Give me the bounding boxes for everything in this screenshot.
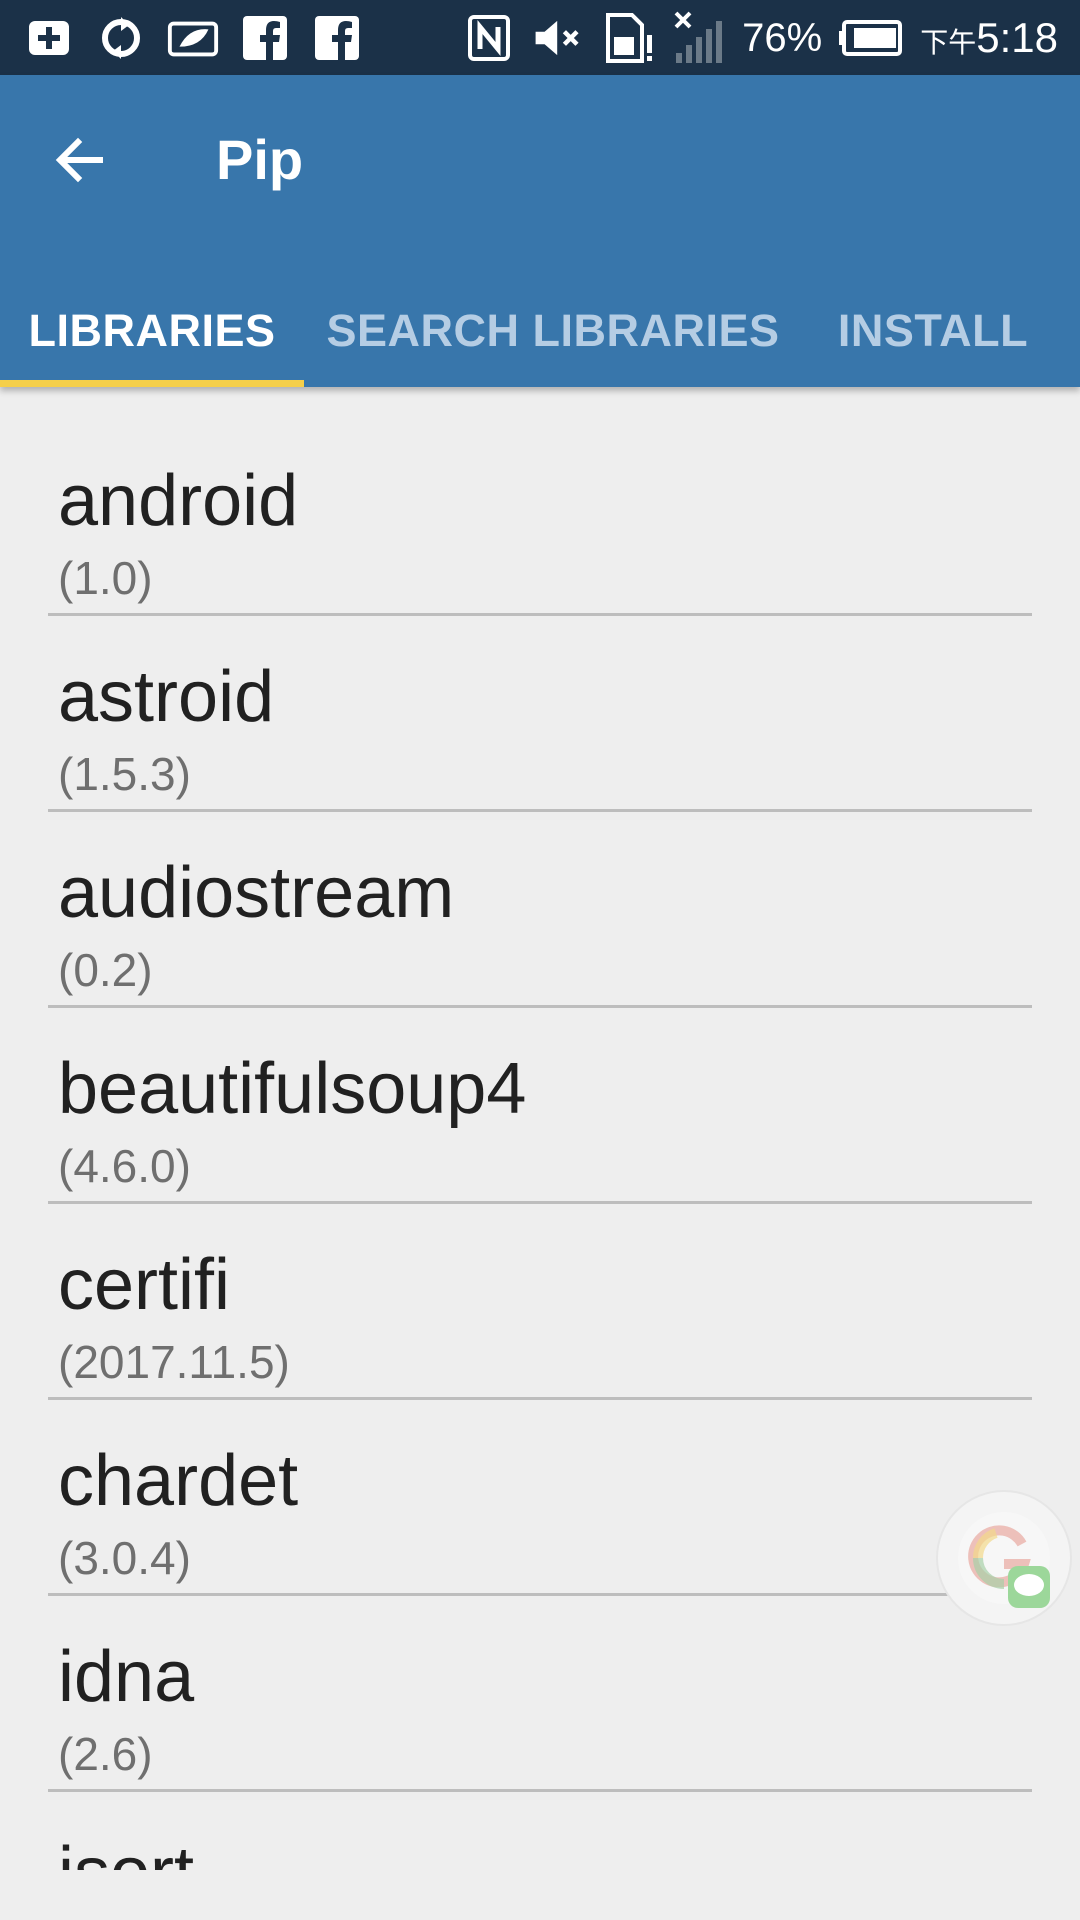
- google-line-bubble-icon: [958, 1512, 1050, 1608]
- battery-icon: [838, 11, 904, 65]
- app-bar: Pip LIBRARIES SEARCH LIBRARIES INSTALL: [0, 75, 1080, 387]
- library-name: beautifulsoup4: [58, 1049, 527, 1129]
- volume-mute-icon: [532, 11, 586, 65]
- library-list: android (1.0) astroid (1.5.3) audiostrea…: [0, 420, 1080, 1870]
- time-period: 下午: [920, 27, 977, 58]
- list-item[interactable]: certifi (2017.11.5): [48, 1204, 1032, 1400]
- list-item[interactable]: android (1.0): [48, 420, 1032, 616]
- library-name: isort: [58, 1832, 194, 1870]
- library-version: (0.2): [58, 944, 153, 996]
- nfc-icon: [462, 11, 516, 65]
- library-name: certifi: [58, 1245, 231, 1325]
- status-bar: 76% 下午5:18: [0, 0, 1080, 75]
- list-item[interactable]: astroid (1.5.3): [48, 616, 1032, 812]
- library-version: (4.6.0): [58, 1140, 191, 1192]
- list-item[interactable]: beautifulsoup4 (4.6.0): [48, 1008, 1032, 1204]
- library-name: idna: [58, 1637, 195, 1717]
- clock: 5:18: [976, 14, 1058, 61]
- active-tab-indicator: [0, 380, 304, 387]
- list-item[interactable]: chardet (3.0.4): [48, 1400, 1032, 1596]
- system-icons: 76% 下午5:18: [462, 10, 1058, 66]
- library-version: (2.6): [58, 1728, 153, 1780]
- list-item[interactable]: idna (2.6): [48, 1596, 1032, 1792]
- floating-bubble[interactable]: [936, 1490, 1072, 1626]
- library-version: (2017.11.5): [58, 1336, 290, 1388]
- page-title: Pip: [216, 128, 304, 191]
- sync-icon: [94, 11, 148, 65]
- battery-percent: 76%: [742, 15, 823, 60]
- facebook-icon: [238, 11, 292, 65]
- arrow-back-icon[interactable]: [48, 127, 114, 193]
- add-square-icon: [22, 11, 76, 65]
- library-name: chardet: [58, 1441, 299, 1521]
- facebook-icon: [310, 11, 364, 65]
- library-version: (1.5.3): [58, 748, 191, 800]
- tab-install[interactable]: INSTALL: [802, 275, 1064, 387]
- list-item[interactable]: audiostream (0.2): [48, 812, 1032, 1008]
- library-version: (3.0.4): [58, 1532, 191, 1584]
- tab-search-libraries[interactable]: SEARCH LIBRARIES: [304, 275, 802, 387]
- leaf-icon: [166, 11, 220, 65]
- signal-off-icon: [672, 11, 726, 65]
- sim-alert-icon: [602, 11, 656, 65]
- library-name: android: [58, 461, 299, 541]
- library-name: astroid: [58, 657, 275, 737]
- notification-icons: [22, 10, 364, 66]
- tab-bar: LIBRARIES SEARCH LIBRARIES INSTALL: [0, 275, 1080, 387]
- tab-libraries[interactable]: LIBRARIES: [0, 275, 304, 387]
- list-item[interactable]: isort: [48, 1792, 1032, 1870]
- library-version: (1.0): [58, 552, 153, 604]
- library-name: audiostream: [58, 853, 455, 933]
